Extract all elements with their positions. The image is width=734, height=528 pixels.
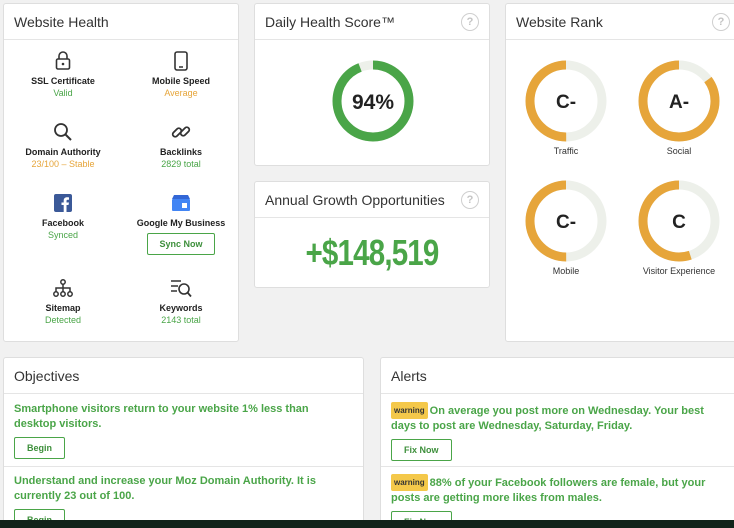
link-icon	[122, 121, 238, 143]
alerts-title: Alerts	[381, 358, 734, 394]
keywords-label: Keywords	[159, 303, 203, 313]
annual-growth-title-text: Annual Growth Opportunities	[265, 191, 445, 208]
rank-traffic[interactable]: C- Traffic	[511, 58, 621, 156]
rank-social[interactable]: A- Social	[624, 58, 734, 156]
annual-growth-value: +$148,519	[305, 232, 440, 273]
objective-text: Understand and increase your Moz Domain …	[14, 475, 316, 502]
ssl-certificate-status: Valid	[53, 88, 73, 98]
backlinks-label: Backlinks	[159, 147, 203, 157]
alert-item: warning 88% of your Facebook followers ar…	[381, 467, 734, 528]
lock-icon	[4, 50, 122, 72]
sitemap-label: Sitemap	[45, 303, 81, 313]
website-rank-title: Website Rank ?	[506, 4, 734, 40]
rank-traffic-label: Traffic	[553, 146, 579, 156]
sync-now-button[interactable]: Sync Now	[147, 233, 215, 255]
health-score-value: 94%	[352, 91, 394, 114]
rank-grade: A-	[669, 92, 689, 113]
keywords-item[interactable]: Keywords 2143 total	[122, 277, 238, 327]
annual-growth-card: Annual Growth Opportunities ? +$148,519	[254, 181, 490, 288]
rank-social-ring: A-	[638, 60, 720, 142]
sitemap-icon	[4, 277, 122, 299]
backlinks-item[interactable]: Backlinks 2829 total	[122, 121, 238, 171]
alert-text-block: warning On average you post more on Wedne…	[391, 402, 727, 434]
rank-mobile-label: Mobile	[552, 266, 580, 276]
sitemap-status: Detected	[44, 315, 82, 325]
help-icon[interactable]: ?	[712, 13, 730, 31]
rank-grade: C	[672, 212, 686, 233]
rank-traffic-ring: C-	[525, 60, 607, 142]
website-rank-title-text: Website Rank	[516, 13, 603, 30]
alert-text: On average you post more on Wednesday. Y…	[391, 405, 704, 432]
bottom-strip	[0, 520, 734, 528]
google-my-business-item: Google My Business Sync Now	[122, 192, 238, 255]
alert-text-block: warning 88% of your Facebook followers ar…	[391, 474, 727, 506]
domain-authority-label: Domain Authority	[25, 147, 101, 157]
rank-social-label: Social	[666, 146, 692, 156]
facebook-item[interactable]: Facebook Synced	[4, 192, 122, 242]
rank-mobile-ring: C-	[525, 180, 607, 262]
health-score-ring: 94%	[332, 60, 414, 142]
website-health-title: Website Health	[4, 4, 238, 40]
begin-button[interactable]: Begin	[14, 437, 66, 459]
annual-growth-title: Annual Growth Opportunities ?	[255, 182, 489, 218]
alert-text: 88% of your Facebook followers are femal…	[391, 477, 706, 504]
daily-health-score-card: Daily Health Score™ ? 94%	[254, 3, 490, 166]
google-my-business-label: Google My Business	[136, 218, 226, 228]
help-icon[interactable]: ?	[461, 13, 479, 31]
mobile-speed-item[interactable]: Mobile Speed Average	[122, 50, 238, 100]
keywords-status: 2143 total	[161, 315, 201, 325]
objective-item: Smartphone visitors return to your websi…	[4, 395, 363, 467]
rank-mobile[interactable]: C- Mobile	[511, 178, 621, 276]
rank-visitor-experience-label: Visitor Experience	[642, 266, 716, 276]
rank-grade: C-	[556, 212, 576, 233]
alert-item: warning On average you post more on Wedne…	[381, 395, 734, 467]
website-rank-card: Website Rank ? C- Traffic A- Social C- M…	[505, 3, 734, 342]
sitemap-item[interactable]: Sitemap Detected	[4, 277, 122, 327]
website-health-card: Website Health SSL Certificate Valid Mob…	[3, 3, 239, 342]
fix-now-button[interactable]: Fix Now	[391, 439, 452, 461]
rank-visitor-experience-ring: C	[638, 180, 720, 262]
facebook-label: Facebook	[41, 218, 84, 228]
ssl-certificate-label: SSL Certificate	[31, 76, 95, 86]
daily-health-score-title: Daily Health Score™ ?	[255, 4, 489, 40]
rank-visitor-experience[interactable]: C Visitor Experience	[624, 178, 734, 276]
warning-badge: warning	[391, 474, 428, 491]
facebook-icon	[4, 192, 122, 214]
objective-item: Understand and increase your Moz Domain …	[4, 467, 363, 528]
search-icon	[4, 121, 122, 143]
domain-authority-trend: – Stable	[59, 159, 95, 169]
domain-authority-item[interactable]: Domain Authority 23/100 – Stable	[4, 121, 122, 171]
daily-health-score-title-text: Daily Health Score™	[265, 13, 395, 30]
objectives-title: Objectives	[4, 358, 363, 394]
alerts-card: Alerts warning On average you post more o…	[380, 357, 734, 528]
rank-grade: C-	[556, 92, 576, 113]
objective-text: Smartphone visitors return to your websi…	[14, 403, 309, 430]
facebook-status: Synced	[47, 230, 79, 240]
google-my-business-icon	[122, 192, 238, 214]
objectives-card: Objectives Smartphone visitors return to…	[3, 357, 364, 528]
mobile-speed-status: Average	[164, 88, 198, 98]
keywords-icon	[122, 277, 238, 299]
mobile-speed-label: Mobile Speed	[151, 76, 210, 86]
mobile-icon	[122, 50, 238, 72]
ssl-certificate-item[interactable]: SSL Certificate Valid	[4, 50, 122, 100]
backlinks-status: 2829 total	[161, 159, 201, 169]
warning-badge: warning	[391, 402, 428, 419]
domain-authority-status: 23/100 – Stable	[4, 158, 122, 171]
help-icon[interactable]: ?	[461, 191, 479, 209]
domain-authority-value: 23/100	[31, 159, 59, 169]
